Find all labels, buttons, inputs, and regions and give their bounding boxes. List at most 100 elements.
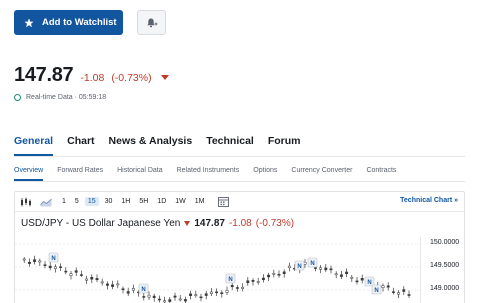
candle-body <box>33 259 37 262</box>
candle-body <box>173 295 177 298</box>
candle-body <box>79 274 83 276</box>
timeframe-30[interactable]: 30 <box>102 197 116 206</box>
candle-body <box>345 271 349 275</box>
create-alert-button[interactable] <box>137 10 166 35</box>
candle-body <box>360 278 364 281</box>
subnav-historical-data[interactable]: Historical Data <box>117 167 163 181</box>
candle-body <box>194 294 198 296</box>
watchlist-label: Add to Watchlist <box>42 17 117 28</box>
timeframe-1w[interactable]: 1W <box>172 197 189 206</box>
y-tick-label: 149.5000 <box>430 262 460 269</box>
chart-widget: 1 5 15 30 1H 5H 1D 1W 1M Technical Chart… <box>14 191 465 303</box>
candle-body <box>225 290 229 293</box>
candlestick-icon[interactable] <box>19 196 33 208</box>
subnav-overview[interactable]: Overview <box>14 167 44 181</box>
candle-body <box>407 294 411 296</box>
chart-symbol-title: USD/JPY - US Dollar Japanese Yen <box>21 218 181 229</box>
candle-body <box>355 280 359 283</box>
add-to-watchlist-button[interactable]: Add to Watchlist <box>14 10 123 35</box>
timeframe-5h[interactable]: 5H <box>136 197 151 206</box>
candle-body <box>381 285 385 288</box>
candle-body <box>64 270 68 273</box>
candle-body <box>386 285 390 288</box>
candle-body <box>74 270 78 273</box>
candle-body <box>189 293 193 297</box>
candle-body <box>267 274 271 278</box>
candle-body <box>90 276 94 280</box>
candle-body <box>282 271 286 274</box>
realtime-label: Real-time Data · 05:59:18 <box>26 94 107 101</box>
candle-body <box>147 294 151 298</box>
tab-chart[interactable]: Chart <box>67 135 94 156</box>
timeframe-1[interactable]: 1 <box>59 197 69 206</box>
news-marker[interactable]: N <box>294 260 305 271</box>
candle-body <box>111 284 115 287</box>
candle-body <box>100 281 104 284</box>
tab-forum[interactable]: Forum <box>268 135 301 156</box>
down-arrow-icon <box>160 75 169 80</box>
news-marker-label: N <box>374 288 378 294</box>
news-marker[interactable]: N <box>371 284 382 295</box>
subnav-related-instruments[interactable]: Related Instruments <box>177 167 240 181</box>
news-marker[interactable]: N <box>48 252 59 263</box>
candlestick-plot[interactable]: NNNN NNN <box>15 237 420 303</box>
subnav-forward-rates[interactable]: Forward Rates <box>57 167 103 181</box>
candle-body <box>350 276 354 279</box>
timeframe-5[interactable]: 5 <box>72 197 82 206</box>
clock-icon <box>14 94 21 101</box>
candle-body <box>116 283 120 286</box>
timeframe-1h[interactable]: 1H <box>118 197 133 206</box>
y-tick-label: 149.0000 <box>430 285 460 292</box>
news-marker[interactable]: N <box>138 283 149 294</box>
subnav-currency-converter[interactable]: Currency Converter <box>291 167 352 181</box>
main-tabs: General Chart News & Analysis Technical … <box>14 135 315 156</box>
news-marker[interactable]: N <box>364 276 375 287</box>
candle-body <box>48 265 52 269</box>
chart-title: USD/JPY - US Dollar Japanese Yen 147.87 … <box>21 218 294 229</box>
timeframe-1d[interactable]: 1D <box>154 197 169 206</box>
candle-body <box>329 268 333 271</box>
candle-body <box>261 277 265 280</box>
news-marker[interactable]: N <box>225 273 236 284</box>
candle-body <box>105 283 109 286</box>
news-marker[interactable]: N <box>307 257 318 268</box>
candle-body <box>142 296 146 298</box>
candle-body <box>126 291 130 294</box>
technical-chart-link[interactable]: Technical Chart » <box>400 197 458 204</box>
realtime-status: Real-time Data · 05:59:18 <box>14 94 106 101</box>
area-chart-icon[interactable] <box>39 196 53 208</box>
sub-navigation: Overview Forward Rates Historical Data R… <box>14 167 410 181</box>
news-marker-label: N <box>297 264 301 270</box>
candle-body <box>313 267 317 269</box>
chart-price: 147.87 <box>194 218 225 229</box>
timeframe-15[interactable]: 15 <box>84 197 99 206</box>
tab-news-analysis[interactable]: News & Analysis <box>109 135 193 156</box>
tab-general[interactable]: General <box>14 135 54 156</box>
candle-body <box>272 273 276 275</box>
candle-body <box>334 273 338 276</box>
calendar-icon[interactable] <box>217 196 231 208</box>
candle-body <box>168 299 172 302</box>
candle-body <box>397 292 401 295</box>
candle-body <box>215 291 219 294</box>
candle-body <box>157 298 161 301</box>
candle-body <box>178 298 182 301</box>
chart-change: -1.08 <box>228 218 252 229</box>
chart-toolbar: 1 5 15 30 1H 5H 1D 1W 1M Technical Chart… <box>15 192 464 212</box>
price-axis: 150.0000 149.5000 149.0000 <box>420 237 466 303</box>
candle-body <box>121 288 125 291</box>
subnav-contracts[interactable]: Contracts <box>366 167 396 181</box>
candle-body <box>277 274 281 276</box>
candle-body <box>27 261 31 264</box>
star-icon <box>24 18 34 27</box>
news-marker-label: N <box>228 277 232 283</box>
candle-body <box>319 267 323 270</box>
subnav-options[interactable]: Options <box>253 167 277 181</box>
candle-body <box>183 299 187 302</box>
candle-body <box>38 260 42 263</box>
tab-technical[interactable]: Technical <box>206 135 254 156</box>
candle-body <box>95 278 99 281</box>
chart-change-percent: (-0.73%) <box>255 218 295 229</box>
quote-row: 147.87 -1.08 (-0.73%) <box>14 64 169 87</box>
timeframe-1m[interactable]: 1M <box>192 197 208 206</box>
